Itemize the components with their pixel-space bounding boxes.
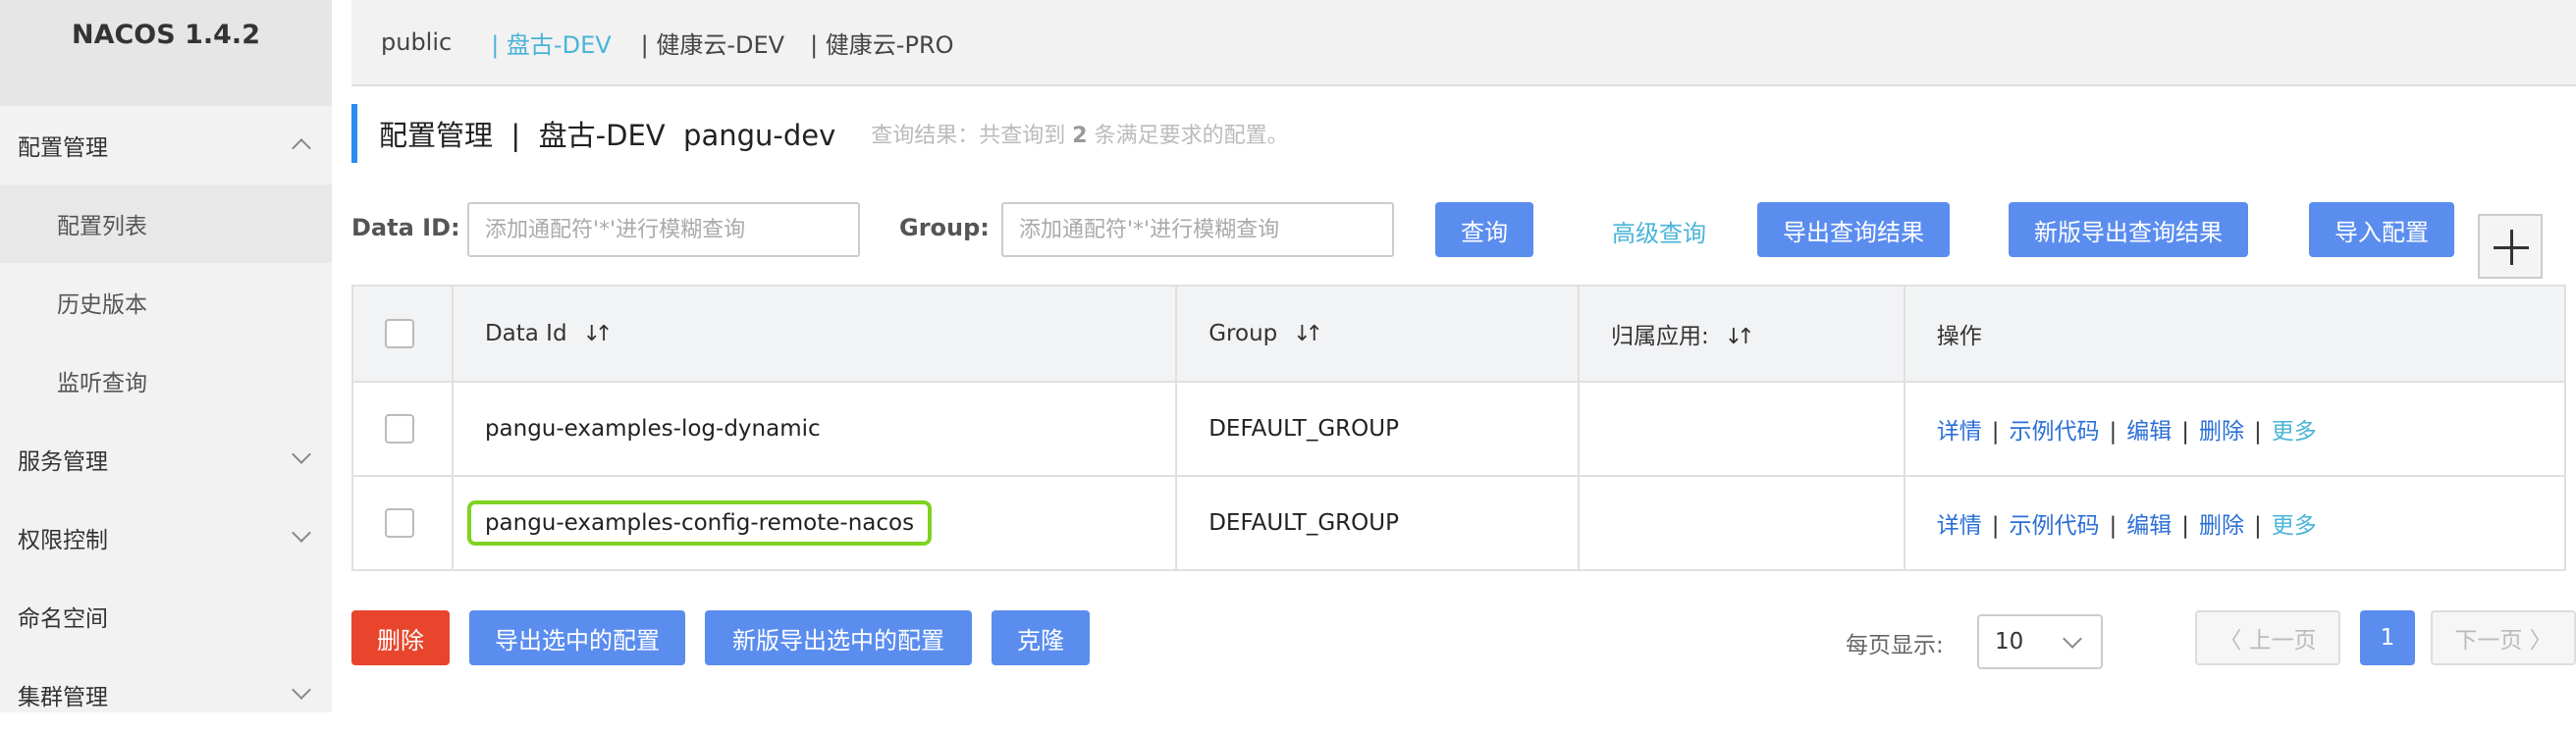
page-size-select[interactable]: 10: [1977, 614, 2103, 669]
new-export-results-button[interactable]: 新版导出查询结果: [2009, 202, 2248, 257]
tab-jiankangyun-dev[interactable]: | 健康云-DEV: [641, 26, 784, 60]
row-checkbox[interactable]: [385, 414, 414, 444]
column-header-group[interactable]: Group ↓↑: [1175, 285, 1581, 383]
sidebar-item-label: 历史版本: [57, 292, 147, 318]
app-logo: NACOS 1.4.2: [0, 0, 332, 106]
more-link[interactable]: 更多: [2272, 513, 2317, 539]
config-table: Data Id ↓↑ Group ↓↑ 归属应用: ↓↑ 操作 pangu-examp…: [351, 285, 2567, 571]
data-id-cell: pangu-examples-log-dynamic: [451, 381, 1178, 477]
result-count: 2: [1072, 124, 1088, 148]
chevron-down-icon: [292, 445, 311, 464]
query-result-text: 查询结果：共查询到 2 条满足要求的配置。: [871, 124, 1289, 148]
sidebar-item-config-management[interactable]: 配置管理: [0, 106, 332, 184]
app-cell: [1578, 381, 1905, 477]
sort-icon[interactable]: ↓↑: [1293, 322, 1323, 346]
chevron-up-icon: [292, 138, 311, 158]
row-checkbox[interactable]: [385, 508, 414, 538]
sidebar-item-cluster-management[interactable]: 集群管理: [0, 655, 332, 734]
namespace-tabs: public | 盘古-DEV | 健康云-DEV | 健康云-PRO: [351, 0, 2576, 86]
export-results-button[interactable]: 导出查询结果: [1757, 202, 1950, 257]
sidebar-item-label: 配置列表: [57, 214, 147, 239]
tab-jiankangyun-pro[interactable]: | 健康云-PRO: [810, 26, 953, 60]
page-header: 配置管理 | 盘古-DEV pangu-dev 查询结果：共查询到 2 条满足要…: [351, 104, 1289, 163]
page-title: 配置管理 | 盘古-DEV pangu-dev: [379, 119, 836, 152]
group-cell: DEFAULT_GROUP: [1175, 475, 1581, 571]
sort-icon[interactable]: ↓↑: [583, 322, 614, 346]
sidebar-item-access-control[interactable]: 权限控制: [0, 498, 332, 577]
sidebar-item-label: 命名空间: [18, 606, 108, 632]
sidebar-item-label: 权限控制: [18, 528, 108, 553]
advanced-query-link[interactable]: 高级查询: [1612, 214, 1706, 248]
sidebar-item-namespace[interactable]: 命名空间: [0, 577, 332, 655]
highlighted-data-id: pangu-examples-config-remote-nacos: [466, 500, 933, 546]
tab-pangu-dev[interactable]: | 盘古-DEV: [491, 26, 611, 60]
table-header-row: Data Id ↓↑ Group ↓↑ 归属应用: ↓↑ 操作: [351, 285, 2567, 383]
data-id-cell: pangu-examples-config-remote-nacos: [451, 475, 1178, 571]
sidebar-item-config-list[interactable]: 配置列表: [0, 184, 332, 263]
add-config-button[interactable]: [2478, 214, 2543, 279]
actions-cell: 详情 | 示例代码 | 编辑 | 删除 | 更多: [1903, 381, 2567, 477]
page-size-label: 每页显示:: [1846, 633, 1944, 658]
select-all-cell: [351, 285, 454, 383]
sidebar-item-label: 监听查询: [57, 371, 147, 396]
import-config-button[interactable]: 导入配置: [2309, 202, 2454, 257]
delete-button[interactable]: 删除: [351, 610, 450, 665]
sample-code-link[interactable]: 示例代码: [2009, 513, 2099, 539]
table-row: pangu-examples-log-dynamic DEFAULT_GROUP…: [351, 381, 2567, 477]
sidebar-item-history[interactable]: 历史版本: [0, 263, 332, 341]
select-all-checkbox[interactable]: [385, 319, 414, 348]
detail-link[interactable]: 详情: [1937, 419, 1982, 445]
chevron-down-icon: [2063, 629, 2082, 649]
page-1-button[interactable]: 1: [2360, 610, 2415, 665]
next-page-button[interactable]: 下一页 〉: [2431, 610, 2576, 665]
sort-icon[interactable]: ↓↑: [1725, 325, 1755, 349]
data-id-input[interactable]: [467, 202, 860, 257]
app-cell: [1578, 475, 1905, 571]
group-input[interactable]: [1001, 202, 1394, 257]
data-id-label: Data ID:: [351, 214, 460, 241]
sidebar-item-service-management[interactable]: 服务管理: [0, 420, 332, 498]
sidebar-item-label: 集群管理: [18, 685, 108, 710]
query-button[interactable]: 查询: [1435, 202, 1533, 257]
column-header-app[interactable]: 归属应用: ↓↑: [1578, 285, 1905, 383]
prev-page-button[interactable]: 〈 上一页: [2195, 610, 2340, 665]
export-selected-button[interactable]: 导出选中的配置: [469, 610, 685, 665]
sidebar-item-listener-query[interactable]: 监听查询: [0, 341, 332, 420]
group-cell: DEFAULT_GROUP: [1175, 381, 1581, 477]
sidebar: NACOS 1.4.2 配置管理 配置列表 历史版本 监听查询 服务管理 权限控…: [0, 0, 332, 712]
tab-public[interactable]: public: [381, 28, 452, 56]
chevron-down-icon: [292, 680, 311, 700]
actions-cell: 详情 | 示例代码 | 编辑 | 删除 | 更多: [1903, 475, 2567, 571]
chevron-down-icon: [292, 523, 311, 543]
delete-link[interactable]: 删除: [2199, 419, 2244, 445]
edit-link[interactable]: 编辑: [2126, 419, 2172, 445]
detail-link[interactable]: 详情: [1937, 513, 1982, 539]
sidebar-item-label: 配置管理: [18, 135, 108, 161]
column-header-actions: 操作: [1903, 285, 2567, 383]
new-export-selected-button[interactable]: 新版导出选中的配置: [705, 610, 972, 665]
page-size-value: 10: [1995, 629, 2024, 655]
table-row: pangu-examples-config-remote-nacos DEFAU…: [351, 475, 2567, 571]
delete-link[interactable]: 删除: [2199, 513, 2244, 539]
sidebar-item-label: 服务管理: [18, 449, 108, 475]
edit-link[interactable]: 编辑: [2126, 513, 2172, 539]
column-header-data-id[interactable]: Data Id ↓↑: [451, 285, 1178, 383]
more-link[interactable]: 更多: [2272, 419, 2317, 445]
group-label: Group:: [899, 214, 990, 241]
clone-button[interactable]: 克隆: [992, 610, 1090, 665]
sample-code-link[interactable]: 示例代码: [2009, 419, 2099, 445]
